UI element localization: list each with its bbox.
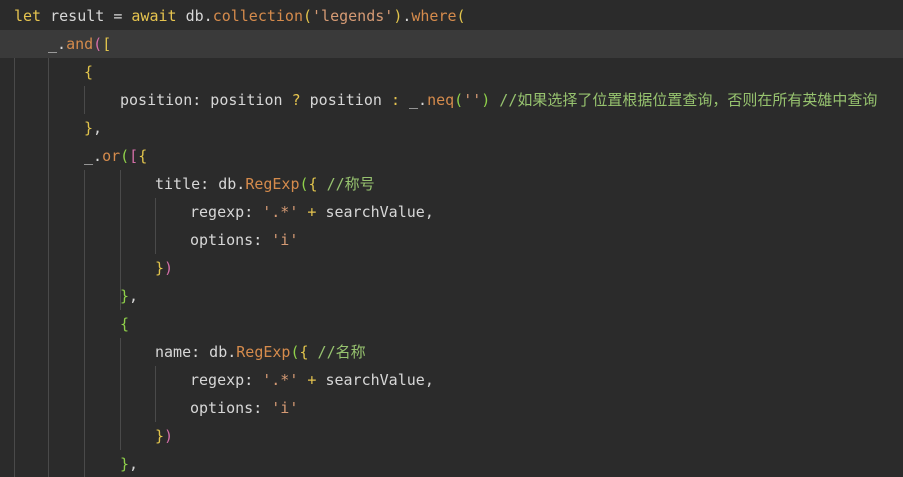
code-line: {: [0, 58, 903, 86]
code-token: }: [155, 259, 165, 277]
code-token: :: [244, 203, 263, 221]
code-token: title: [155, 175, 201, 193]
code-token: '': [463, 91, 482, 109]
code-token: result =: [41, 7, 132, 25]
code-line: _.or([{: [0, 142, 903, 170]
code-token: //名称: [308, 343, 366, 361]
code-token: (: [303, 7, 313, 25]
code-token: position: [120, 91, 193, 109]
code-line: options: 'i': [0, 226, 903, 254]
code-token: or: [102, 147, 121, 165]
code-token: db.: [176, 7, 213, 25]
code-token: options: [190, 231, 254, 249]
code-token: {: [138, 147, 148, 165]
code-token: }: [84, 119, 94, 137]
code-editor[interactable]: let result = await db.collection('legend…: [0, 0, 903, 477]
code-token: {: [120, 315, 130, 333]
code-token: and: [66, 35, 94, 53]
code-token: 'i': [271, 231, 299, 249]
code-token: searchValue: [325, 371, 425, 389]
code-token: neq: [427, 91, 455, 109]
code-token: where: [411, 7, 457, 25]
code-token: regexp: [190, 371, 245, 389]
code-line: name: db.RegExp({ //名称: [0, 338, 903, 366]
code-line: }): [0, 254, 903, 282]
code-token: : db.: [191, 343, 237, 361]
code-token: ,: [129, 287, 139, 305]
code-token: ,: [424, 203, 434, 221]
code-token: RegExp: [236, 343, 291, 361]
code-token: {: [299, 343, 309, 361]
code-token: 'legends': [312, 7, 394, 25]
code-token: ,: [93, 119, 103, 137]
code-token: collection: [212, 7, 303, 25]
code-token: }: [120, 287, 130, 305]
code-token: _.: [48, 35, 67, 53]
code-token: +: [298, 203, 326, 221]
code-line: regexp: '.*' + searchValue,: [0, 198, 903, 226]
code-line: regexp: '.*' + searchValue,: [0, 366, 903, 394]
code-token: :: [244, 371, 263, 389]
code-token: _.: [399, 91, 428, 109]
code-token: :: [253, 231, 272, 249]
code-token: [: [129, 147, 139, 165]
code-token: {: [308, 175, 318, 193]
code-token: let: [14, 7, 42, 25]
code-line: },: [0, 114, 903, 142]
code-token: (: [456, 7, 466, 25]
code-token: (: [299, 175, 309, 193]
code-token: }: [155, 427, 165, 445]
code-line: let result = await db.collection('legend…: [0, 2, 903, 30]
code-token: [: [102, 35, 112, 53]
code-token: ): [393, 7, 403, 25]
code-token: : db.: [200, 175, 246, 193]
code-token: (: [120, 147, 130, 165]
code-token: regexp: [190, 203, 245, 221]
code-line: _.and([: [0, 30, 903, 58]
code-token: searchValue: [325, 203, 425, 221]
code-token: ): [164, 427, 174, 445]
code-line: {: [0, 310, 903, 338]
code-token: 'i': [271, 399, 299, 417]
code-token: (: [454, 91, 464, 109]
code-token: //称号: [317, 175, 375, 193]
code-token: : position: [192, 91, 292, 109]
code-token: :: [390, 91, 400, 109]
code-token: '.*': [262, 203, 299, 221]
code-token: +: [298, 371, 326, 389]
code-line: },: [0, 450, 903, 477]
code-line: title: db.RegExp({ //称号: [0, 170, 903, 198]
code-token: ,: [424, 371, 434, 389]
code-token: RegExp: [245, 175, 300, 193]
code-token: (: [290, 343, 300, 361]
code-line: position: position ? position : _.neq(''…: [0, 86, 903, 114]
code-token: options: [190, 399, 254, 417]
code-token: :: [253, 399, 272, 417]
code-token: position: [300, 91, 391, 109]
code-line: },: [0, 282, 903, 310]
code-token: name: [155, 343, 192, 361]
code-token: }: [120, 455, 130, 473]
code-token: ?: [291, 91, 301, 109]
code-token: ): [164, 259, 174, 277]
code-token: await: [131, 7, 177, 25]
code-token: '.*': [262, 371, 299, 389]
code-token: (: [93, 35, 103, 53]
code-token: ): [481, 91, 491, 109]
code-token: _.: [84, 147, 103, 165]
code-token: //如果选择了位置根据位置查询，否则在所有英雄中查询: [490, 91, 878, 109]
code-line: }): [0, 422, 903, 450]
code-line: options: 'i': [0, 394, 903, 422]
code-token: {: [84, 63, 94, 81]
code-token: ,: [129, 455, 139, 473]
